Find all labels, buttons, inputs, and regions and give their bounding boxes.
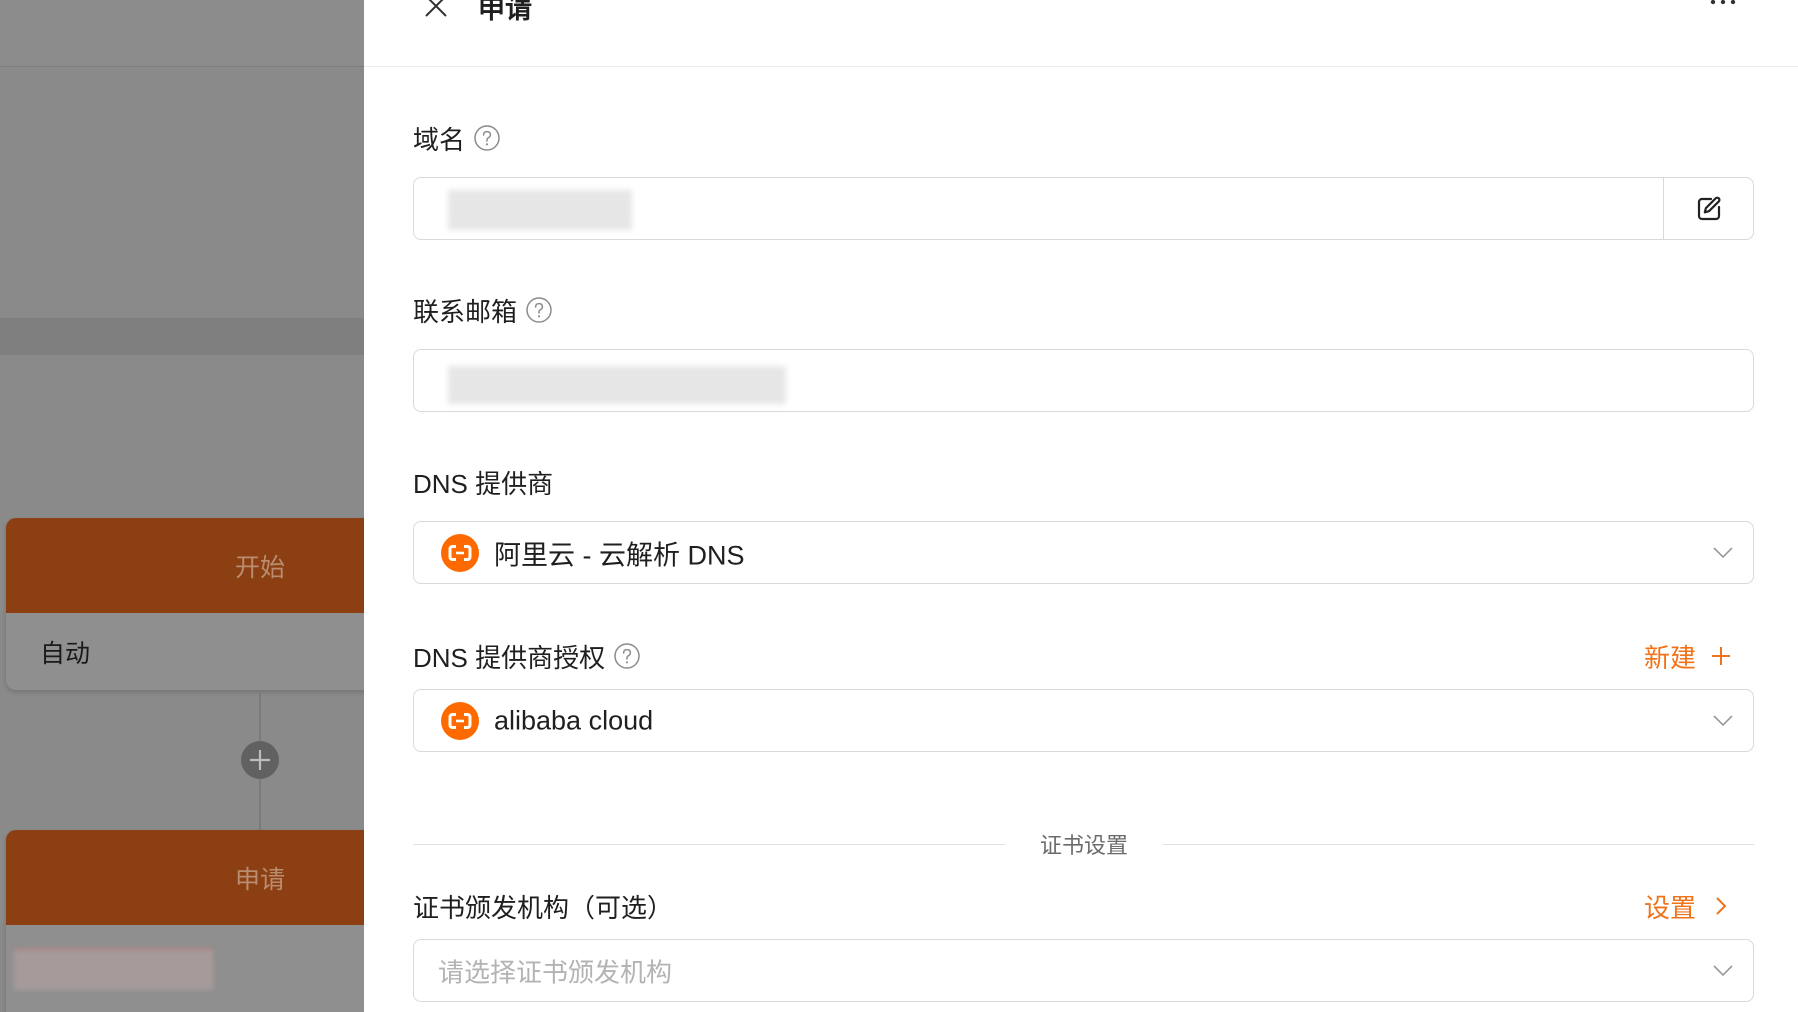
alibaba-cloud-icon (441, 533, 479, 572)
question-circle-icon[interactable] (473, 124, 501, 152)
node-header: 开始 (6, 518, 364, 613)
edit-icon (1697, 196, 1720, 220)
workflow-node-apply[interactable]: 申请 (6, 830, 364, 1012)
chevron-down-icon (1713, 714, 1733, 726)
node-header: 申请 (6, 830, 364, 925)
chevron-down-icon (1713, 964, 1733, 976)
ca-select[interactable]: 请选择证书颁发机构 (413, 939, 1754, 1002)
dns-credential-label-row: DNS 提供商授权 (413, 639, 641, 673)
more-horizontal-icon[interactable] (1707, 0, 1739, 10)
ca-settings-button[interactable]: 设置 (1644, 889, 1732, 923)
section-divider-left (413, 844, 1005, 845)
plus-circle-icon[interactable] (240, 740, 280, 780)
node-title: 开始 (234, 553, 286, 582)
redacted-value (14, 948, 213, 990)
workflow-node-start[interactable]: 开始 自动 (6, 518, 364, 690)
redacted-value (448, 366, 786, 404)
dns-credential-label: DNS 提供商授权 (413, 642, 606, 673)
email-input[interactable] (413, 349, 1754, 412)
ca-label: 证书颁发机构（可选） (413, 892, 674, 923)
dns-provider-value: 阿里云 - 云解析 DNS (494, 540, 745, 570)
dns-credential-value: alibaba cloud (494, 705, 654, 735)
dns-credential-select[interactable]: alibaba cloud (413, 689, 1754, 752)
plus-icon (1712, 647, 1731, 665)
canvas-band (0, 318, 364, 355)
dns-provider-label-row: DNS 提供商 (413, 465, 553, 499)
ca-label-row: 证书颁发机构（可选） (413, 889, 673, 923)
workflow-canvas: 开始 自动 申请 (0, 0, 364, 1012)
domain-label-row: 域名 (413, 121, 501, 155)
alibaba-cloud-icon (441, 701, 479, 740)
drawer-header: 申请 (364, 0, 1798, 67)
question-circle-icon[interactable] (525, 296, 553, 324)
email-label-row: 联系邮箱 (413, 293, 553, 327)
dns-provider-select[interactable]: 阿里云 - 云解析 DNS (413, 521, 1754, 584)
section-divider-right (1163, 844, 1754, 845)
node-title: 申请 (234, 865, 286, 894)
new-credential-button[interactable]: 新建 (1644, 639, 1732, 673)
domain-input[interactable] (413, 177, 1754, 240)
dns-provider-label: DNS 提供商 (413, 468, 554, 499)
drawer-title: 申请 (478, 0, 532, 24)
apply-drawer: 申请 域名 联系邮箱 DNS 提供商 阿里云 - 云解析 DNS DNS 提供商… (364, 0, 1798, 1012)
canvas-toolbar (0, 0, 364, 67)
ca-placeholder: 请选择证书颁发机构 (438, 957, 673, 987)
certificate-section-title: 证书设置 (1039, 833, 1129, 858)
redacted-value (448, 190, 632, 230)
email-label: 联系邮箱 (413, 296, 518, 327)
chevron-right-icon (1716, 897, 1727, 915)
node-body (6, 925, 364, 1012)
domain-label: 域名 (413, 124, 466, 155)
node-body: 自动 (6, 613, 364, 690)
question-circle-icon[interactable] (613, 642, 641, 670)
node-trigger-mode: 自动 (40, 639, 91, 668)
ca-settings-label: 设置 (1644, 892, 1697, 923)
close-icon[interactable] (422, 0, 450, 20)
chevron-down-icon (1713, 546, 1733, 558)
domain-edit-button[interactable] (1663, 178, 1753, 239)
new-credential-label: 新建 (1644, 642, 1697, 673)
